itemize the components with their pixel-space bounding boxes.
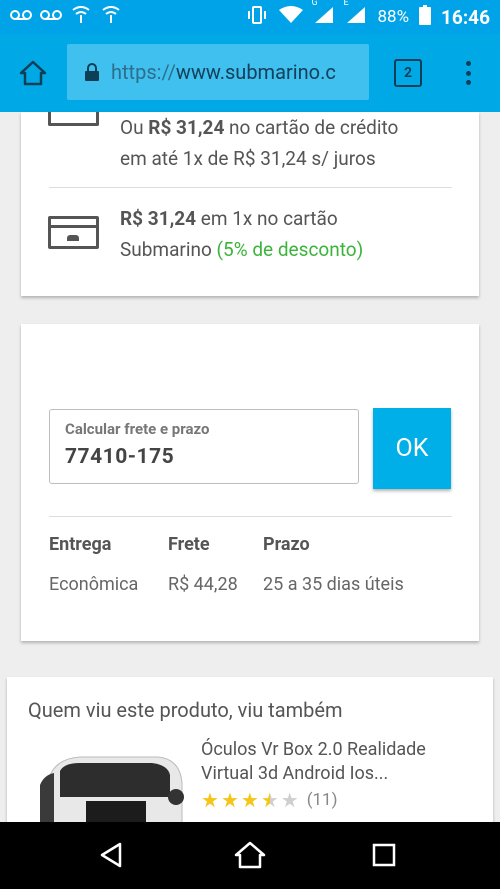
menu-dot xyxy=(465,80,471,85)
voicemail-icon xyxy=(10,8,32,26)
cell-shipping-cost: R$ 44,28 xyxy=(168,574,238,595)
calculate-shipping-button[interactable]: OK xyxy=(373,408,451,489)
lock-icon xyxy=(85,63,99,81)
home-nav-icon xyxy=(234,841,266,869)
recents-button[interactable] xyxy=(367,838,401,872)
star-icon: ★ xyxy=(240,788,259,812)
related-title: Quem viu este produto, viu também xyxy=(28,698,343,722)
network-e-label: E xyxy=(343,0,349,8)
voicemail-icon-2 xyxy=(40,8,62,26)
signal-sim2-icon xyxy=(70,6,92,28)
status-right-icons: G E 88% 16:46 xyxy=(245,0,490,30)
payment-option-credit: Ou R$ 31,24 no cartão de crédito em até … xyxy=(120,112,398,174)
cep-input-value: 77410-175 xyxy=(65,445,175,469)
product-rating: ★ ★ ★ ★ ★ (11) xyxy=(201,790,338,810)
product-name-link[interactable]: Óculos Vr Box 2.0 Realidade Virtual 3d A… xyxy=(201,738,471,786)
cell-signal-g-icon: G xyxy=(311,0,335,29)
menu-dot xyxy=(465,61,471,66)
credit-prefix: Ou xyxy=(120,116,149,139)
store-card-icon xyxy=(48,216,99,249)
url-bar[interactable]: https://www.submarino.c xyxy=(67,44,369,100)
url-scheme: https:// xyxy=(111,60,176,84)
header-shipping-cost: Frete xyxy=(168,534,210,555)
cell-delivery-type: Econômica xyxy=(49,574,139,595)
url-host: www.submarino.c xyxy=(175,60,336,84)
home-button[interactable] xyxy=(0,34,66,112)
ok-label: OK xyxy=(395,434,429,463)
star-icon: ★ xyxy=(201,788,219,812)
url-text: https://www.submarino.c xyxy=(111,60,336,84)
payment-options-card: Ou R$ 31,24 no cartão de crédito em até … xyxy=(21,112,479,296)
clock: 16:46 xyxy=(441,5,490,29)
signal-sim1-icon xyxy=(100,6,122,28)
vibrate-icon xyxy=(245,5,269,29)
shipping-calculator-card: Calcular frete e prazo 77410-175 OK Entr… xyxy=(21,324,479,641)
home-nav-button[interactable] xyxy=(233,838,267,872)
back-button[interactable] xyxy=(94,838,128,872)
divider xyxy=(49,187,452,188)
header-deadline: Prazo xyxy=(263,534,310,555)
credit-card-icon xyxy=(48,112,99,126)
header-delivery: Entrega xyxy=(49,534,112,555)
star-half-icon: ★ xyxy=(260,788,279,812)
cell-signal-e-icon: E xyxy=(343,0,367,29)
store-card-suffix: em 1x no cartão xyxy=(196,207,338,230)
star-icon: ★ xyxy=(220,788,239,812)
overflow-menu-button[interactable] xyxy=(458,56,478,90)
system-nav-bar xyxy=(0,822,500,889)
status-bar: G E 88% 16:46 xyxy=(0,0,500,34)
recents-icon xyxy=(372,843,396,867)
wifi-icon xyxy=(279,5,304,29)
browser-toolbar: https://www.submarino.c 2 xyxy=(0,34,500,112)
store-card-price: R$ 31,24 xyxy=(120,207,197,230)
battery-icon xyxy=(419,4,432,30)
tab-switcher-button[interactable]: 2 xyxy=(394,59,422,87)
cell-deadline: 25 a 35 dias úteis xyxy=(263,574,404,595)
discount-text: (5% de desconto) xyxy=(216,238,364,261)
menu-dot xyxy=(465,70,471,76)
cep-input[interactable]: Calcular frete e prazo 77410-175 xyxy=(49,409,359,484)
back-icon xyxy=(100,842,122,868)
related-products-card: Quem viu este produto, viu também Óculos… xyxy=(7,677,493,837)
credit-suffix: no cartão de crédito xyxy=(224,116,399,139)
star-empty-icon: ★ xyxy=(280,788,299,812)
home-icon xyxy=(19,60,47,86)
payment-option-store-card: R$ 31,24 em 1x no cartão Submarino (5% d… xyxy=(120,203,363,265)
rating-count: (11) xyxy=(306,790,338,810)
network-g-label: G xyxy=(311,0,318,8)
cep-input-label: Calcular frete e prazo xyxy=(65,420,210,438)
credit-price: R$ 31,24 xyxy=(148,116,225,139)
tab-count: 2 xyxy=(403,65,413,81)
credit-installments: em até 1x de R$ 31,24 s/ juros xyxy=(120,147,376,170)
product-image[interactable] xyxy=(40,745,187,825)
status-left-icons xyxy=(10,6,122,28)
divider xyxy=(49,516,452,517)
store-card-name: Submarino xyxy=(120,238,217,261)
battery-percent: 88% xyxy=(377,7,410,27)
